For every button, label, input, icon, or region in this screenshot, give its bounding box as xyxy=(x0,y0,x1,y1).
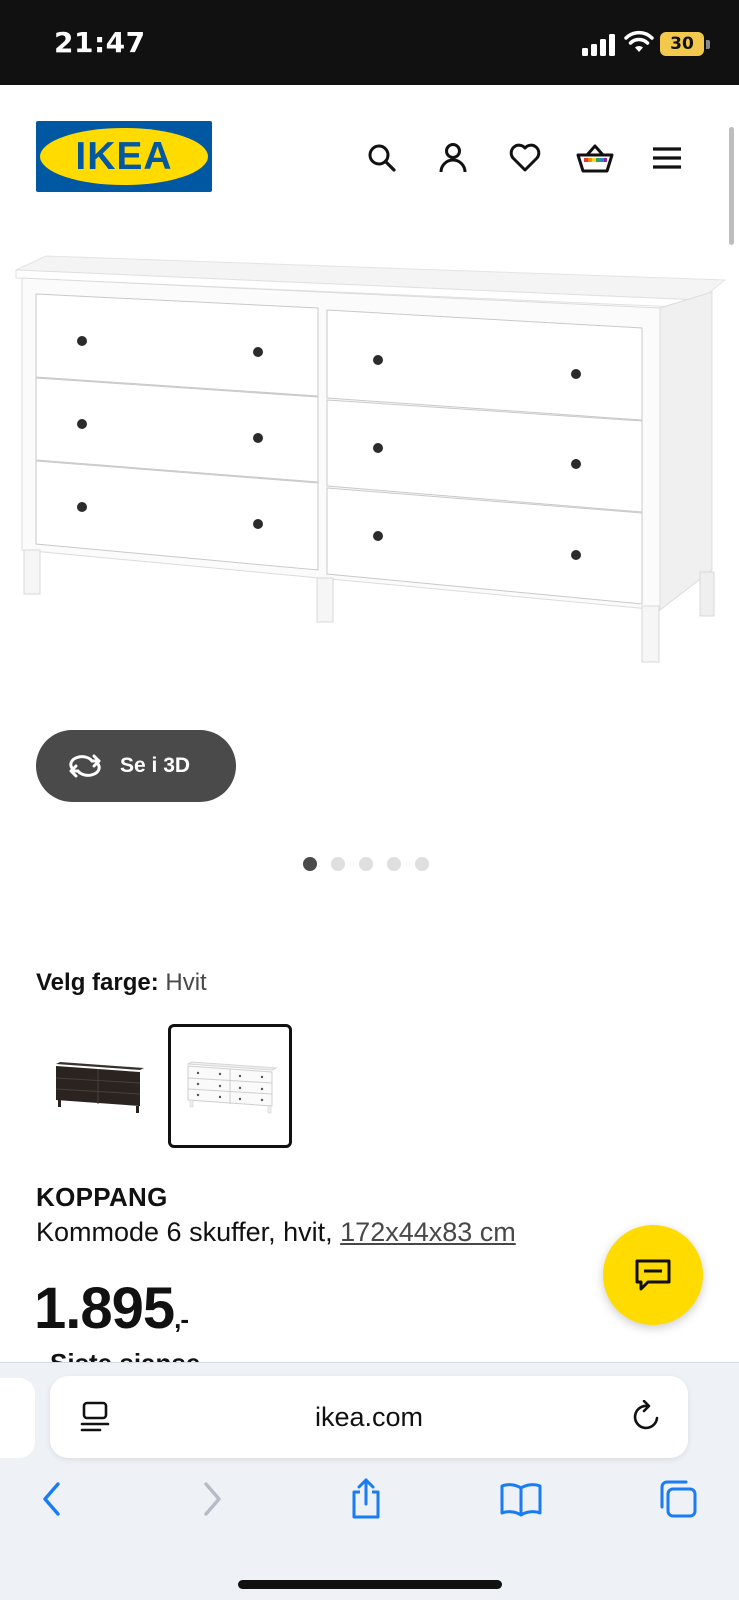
search-icon[interactable] xyxy=(362,138,402,178)
chevron-left-icon xyxy=(43,1482,60,1516)
share-icon xyxy=(352,1478,380,1519)
gallery-dot[interactable] xyxy=(359,857,373,871)
previous-tab-preview[interactable] xyxy=(0,1378,35,1458)
view-3d-label: Se i 3D xyxy=(120,754,191,777)
product-dimensions-link[interactable]: 172x44x83 cm xyxy=(340,1217,516,1247)
forward-button[interactable] xyxy=(188,1475,236,1523)
gallery-pagination xyxy=(303,857,429,871)
color-selector-label: Velg farge: Hvit xyxy=(36,969,207,997)
browser-toolbar: ikea.com xyxy=(0,1362,739,1600)
battery-cap xyxy=(706,40,710,49)
wifi-icon xyxy=(624,30,654,59)
back-button[interactable] xyxy=(28,1475,76,1523)
gallery-dot[interactable] xyxy=(303,857,317,871)
chat-icon xyxy=(635,1259,671,1291)
logo-text: IKEA xyxy=(75,135,173,178)
product-description: Kommode 6 skuffer, hvit, 172x44x83 cm xyxy=(36,1217,516,1248)
book-icon xyxy=(500,1483,542,1517)
address-bar[interactable]: ikea.com xyxy=(50,1376,688,1458)
menu-icon[interactable] xyxy=(647,138,687,178)
chat-button[interactable] xyxy=(603,1225,703,1325)
account-icon[interactable] xyxy=(433,138,473,178)
status-bar: 21:47 30 xyxy=(0,0,739,85)
last-chance-text: Siste sjanse xyxy=(50,1348,200,1362)
reload-icon[interactable] xyxy=(632,1399,662,1437)
color-label-text: Velg farge: xyxy=(36,969,159,996)
cellular-signal-icon xyxy=(582,34,618,61)
basket-icon[interactable] xyxy=(575,138,615,178)
color-swatch-white[interactable] xyxy=(168,1024,292,1148)
selected-color-value: Hvit xyxy=(165,969,207,996)
gallery-dot[interactable] xyxy=(415,857,429,871)
product-price: 1.895,- xyxy=(34,1275,189,1342)
price-value: 1.895 xyxy=(34,1276,175,1341)
page-scrollbar[interactable] xyxy=(729,127,734,245)
rotate-3d-icon xyxy=(69,754,101,778)
home-indicator xyxy=(238,1580,502,1589)
product-image[interactable] xyxy=(0,250,739,690)
price-suffix: ,- xyxy=(174,1304,189,1334)
color-swatch-black-brown[interactable] xyxy=(36,1024,160,1148)
ikea-logo[interactable]: IKEA xyxy=(36,121,212,192)
gallery-dot[interactable] xyxy=(331,857,345,871)
view-3d-button[interactable]: Se i 3D xyxy=(36,730,236,802)
tabs-icon xyxy=(660,1480,697,1518)
last-chance-badge: Siste sjanse xyxy=(50,1348,200,1362)
product-description-text: Kommode 6 skuffer, hvit, xyxy=(36,1217,341,1247)
tabs-button[interactable] xyxy=(654,1475,702,1523)
status-time: 21:47 xyxy=(54,26,146,59)
bookmarks-button[interactable] xyxy=(497,1475,545,1523)
battery-indicator: 30 xyxy=(660,32,704,56)
share-button[interactable] xyxy=(342,1475,390,1523)
gallery-dot[interactable] xyxy=(387,857,401,871)
chevron-right-icon xyxy=(204,1482,221,1516)
product-name: KOPPANG xyxy=(36,1182,168,1212)
heart-icon[interactable] xyxy=(505,138,545,178)
url-text: ikea.com xyxy=(314,1402,424,1432)
